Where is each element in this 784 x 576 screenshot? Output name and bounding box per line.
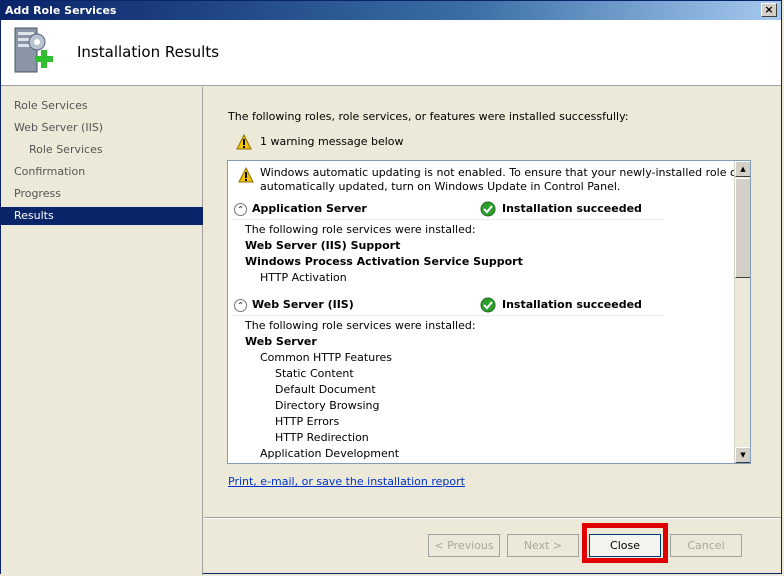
- intro-text: The following roles, role services, or f…: [228, 110, 629, 123]
- nav-item-role-services[interactable]: Role Services: [1, 97, 203, 115]
- scroll-up-button[interactable]: ▲: [735, 161, 750, 177]
- result-line: Web Server (IIS) Support: [245, 239, 401, 252]
- collapse-icon[interactable]: ⌃: [234, 203, 247, 216]
- section-status: Installation succeeded: [502, 202, 642, 215]
- result-line: HTTP Redirection: [275, 431, 369, 444]
- section-name: Application Server: [252, 202, 367, 215]
- nav-item-web-server-role-services[interactable]: Role Services: [1, 141, 203, 159]
- result-line: HTTP Activation: [260, 271, 347, 284]
- server-add-icon: [14, 27, 53, 73]
- title-bar[interactable]: Add Role Services ×: [1, 1, 781, 20]
- page-header: Installation Results: [1, 20, 781, 86]
- warning-icon: [238, 167, 254, 183]
- result-line: The following role services were install…: [245, 223, 476, 236]
- result-line: Web Server: [245, 335, 317, 348]
- results-list: Windows automatic updating is not enable…: [228, 161, 750, 463]
- warning-icon: [236, 134, 252, 150]
- success-check-icon: [480, 297, 496, 313]
- vertical-scrollbar[interactable]: ▲ ▼: [734, 161, 750, 463]
- result-line: Static Content: [275, 367, 354, 380]
- nav-item-web-server[interactable]: Web Server (IIS): [1, 119, 203, 137]
- next-button[interactable]: Next >: [507, 534, 579, 557]
- nav-item-results[interactable]: Results: [1, 207, 203, 225]
- result-line: Application Development: [260, 447, 400, 460]
- window-title: Add Role Services: [5, 4, 117, 17]
- result-line: Common HTTP Features: [260, 351, 392, 364]
- main-content: The following roles, role services, or f…: [204, 87, 781, 575]
- scroll-thumb[interactable]: [735, 178, 750, 278]
- report-link[interactable]: Print, e-mail, or save the installation …: [228, 475, 465, 488]
- results-panel[interactable]: Windows automatic updating is not enable…: [227, 160, 751, 464]
- section-name: Web Server (IIS): [252, 298, 354, 311]
- collapse-icon[interactable]: ⌃: [234, 299, 247, 312]
- section-header[interactable]: ⌃ Web Server (IIS) Installation succeede…: [232, 296, 664, 316]
- result-line: Directory Browsing: [275, 399, 380, 412]
- warning-message-line: automatically updated, turn on Windows U…: [260, 180, 621, 193]
- nav-item-progress[interactable]: Progress: [1, 185, 203, 203]
- close-button-highlight: [582, 523, 668, 563]
- previous-button[interactable]: < Previous: [428, 534, 500, 557]
- close-window-button[interactable]: ×: [761, 3, 777, 17]
- scroll-down-button[interactable]: ▼: [735, 447, 750, 463]
- section-status: Installation succeeded: [502, 298, 642, 311]
- result-line: HTTP Errors: [275, 415, 340, 428]
- wizard-nav: Role Services Web Server (IIS) Role Serv…: [1, 87, 203, 575]
- result-line: Windows Process Activation Service Suppo…: [245, 255, 523, 268]
- cancel-button[interactable]: Cancel: [670, 534, 742, 557]
- section-header[interactable]: ⌃ Application Server Installation succee…: [232, 200, 664, 220]
- warning-summary-text: 1 warning message below: [260, 135, 404, 148]
- button-divider: [204, 517, 781, 518]
- nav-item-confirmation[interactable]: Confirmation: [1, 163, 203, 181]
- warning-message-line: Windows automatic updating is not enable…: [260, 166, 751, 179]
- success-check-icon: [480, 201, 496, 217]
- page-title: Installation Results: [77, 43, 220, 61]
- result-line: The following role services were install…: [245, 319, 476, 332]
- dialog-window: Add Role Services × Installation Results…: [0, 0, 782, 575]
- result-line: Default Document: [275, 383, 376, 396]
